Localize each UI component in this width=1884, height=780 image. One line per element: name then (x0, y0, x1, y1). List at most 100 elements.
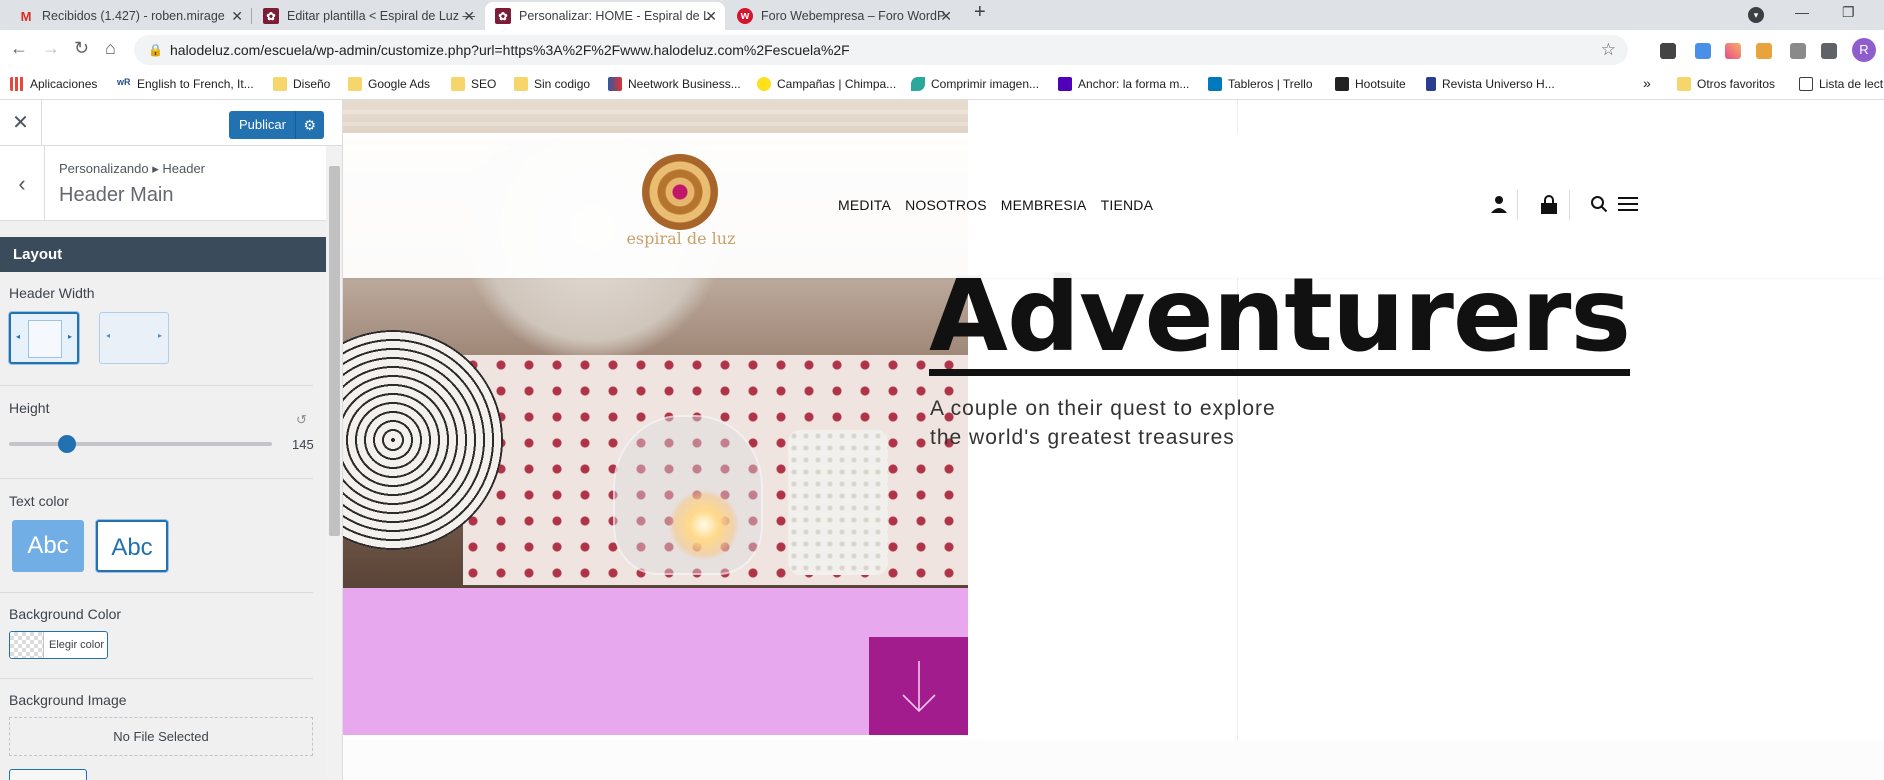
back-arrow-icon[interactable]: ‹ (0, 146, 45, 221)
bookmark-label: Revista Universo H... (1442, 77, 1555, 91)
apps-grid-icon (10, 77, 24, 91)
reading-list-icon (1799, 77, 1813, 91)
height-slider-handle[interactable] (57, 435, 76, 453)
tab-personalizar[interactable]: ✿ Personalizar: HOME - Espiral de L ✕ (485, 2, 725, 30)
extension-icon[interactable] (1756, 43, 1772, 59)
bookmark-label: Campañas | Chimpa... (777, 77, 897, 91)
bookmark-lista-lectura[interactable]: Lista de lect (1799, 77, 1883, 91)
trello-icon (1208, 77, 1222, 91)
bookmark-revista[interactable]: Revista Universo H... (1426, 77, 1555, 91)
search-icon[interactable] (1590, 195, 1608, 218)
browser-chrome: M Recibidos (1.427) - roben.mirage ✕ ✿ E… (0, 0, 1884, 100)
blind-slat (343, 122, 968, 126)
address-bar[interactable]: 🔒 halodeluz.com/escuela/wp-admin/customi… (134, 35, 1628, 65)
bookmark-star-icon[interactable]: ☆ (1601, 35, 1616, 65)
choose-color-button[interactable]: Elegir color (9, 631, 108, 659)
width-preview-box (28, 320, 62, 358)
bookmark-comprimir[interactable]: Comprimir imagen... (911, 77, 1039, 91)
bookmark-mailchimp[interactable]: Campañas | Chimpa... (757, 77, 896, 91)
text-color-dark-option[interactable]: Abc (96, 520, 168, 572)
restore-icon[interactable]: ❐ (1842, 4, 1855, 21)
close-tab-icon[interactable]: ✕ (705, 8, 717, 25)
tab-foro-webempresa[interactable]: w Foro Webempresa – Foro WordP ✕ (727, 2, 960, 30)
arrow-right-icon: ▸ (67, 332, 72, 341)
customizer-header: ✕ Publicar ⚙ (0, 100, 342, 146)
bookmark-diseno[interactable]: Diseño (273, 77, 330, 91)
height-slider-track[interactable] (9, 442, 272, 446)
profile-avatar[interactable]: R (1852, 38, 1876, 62)
new-tab-icon[interactable]: + (974, 1, 986, 24)
home-icon[interactable]: ⌂ (105, 38, 116, 59)
panel-scrollbar[interactable] (326, 146, 342, 780)
extensions-puzzle-icon[interactable] (1821, 43, 1837, 59)
tab-separator (251, 8, 252, 24)
tab-gmail[interactable]: M Recibidos (1.427) - roben.mirage ✕ (8, 2, 251, 30)
tab-strip: M Recibidos (1.427) - roben.mirage ✕ ✿ E… (0, 0, 1884, 30)
minimize-icon[interactable]: — (1795, 4, 1809, 20)
hero-title: Adventurers (929, 256, 1631, 376)
forward-icon[interactable]: → (42, 38, 60, 59)
close-tab-icon[interactable]: ✕ (940, 8, 952, 25)
height-label: Height (9, 400, 50, 416)
bookmark-seo[interactable]: SEO (451, 77, 496, 91)
blind-slat (343, 110, 968, 114)
tab-title: Editar plantilla < Espiral de Luz — (287, 9, 475, 23)
hamburger-menu-icon[interactable] (1617, 195, 1639, 218)
gmail-icon: M (20, 8, 32, 24)
divider (0, 385, 313, 386)
bookmark-anchor[interactable]: Anchor: la forma m... (1058, 77, 1189, 91)
bookmark-google-ads[interactable]: Google Ads (348, 77, 430, 91)
extension-icon[interactable] (1725, 43, 1741, 59)
close-customizer-icon[interactable]: ✕ (0, 100, 42, 146)
back-icon[interactable]: ← (10, 38, 28, 59)
menu-item-tienda[interactable]: TIENDA (1101, 197, 1154, 213)
menu-item-medita[interactable]: MEDITA (838, 197, 891, 213)
divider (0, 478, 313, 479)
bookmark-aplicaciones[interactable]: Aplicaciones (10, 77, 97, 91)
arrow-left-icon: ◂ (16, 332, 21, 341)
publish-button[interactable]: Publicar ⚙ (229, 111, 324, 139)
hero-subtitle: A couple on their quest to explore the w… (930, 397, 1276, 449)
header-width-label: Header Width (9, 285, 95, 301)
customizer-panel: ✕ Publicar ⚙ ‹ Personalizando ▸ Header H… (0, 100, 343, 780)
bookmark-sin-codigo[interactable]: Sin codigo (514, 77, 590, 91)
close-tab-icon[interactable]: ✕ (231, 8, 243, 25)
bookmark-trello[interactable]: Tableros | Trello (1208, 77, 1313, 91)
user-account-icon[interactable] (1490, 195, 1508, 218)
extension-icon[interactable] (1790, 43, 1806, 59)
bookmark-neetwork[interactable]: Neetwork Business... (608, 77, 741, 91)
header-separator (1517, 190, 1518, 220)
bookmark-label: Comprimir imagen... (931, 77, 1040, 91)
header-width-full-button[interactable]: ◂ ▸ (9, 312, 79, 364)
scrollbar-thumb[interactable] (329, 166, 340, 536)
header-width-contained-button[interactable]: ◂ ▸ (99, 312, 169, 364)
publish-label: Publicar (239, 117, 286, 132)
tab-search-icon[interactable]: ▾ (1748, 7, 1764, 23)
menu-item-membresia[interactable]: MEMBRESIA (1001, 197, 1087, 213)
shopping-bag-icon[interactable] (1539, 195, 1559, 220)
text-color-light-option[interactable]: Abc (12, 520, 84, 572)
site-logo[interactable]: espiral de luz (626, 154, 736, 249)
section-header: ‹ Personalizando ▸ Header Header Main (0, 146, 326, 221)
leaf-icon (911, 77, 925, 91)
bookmark-wordreference[interactable]: wR English to French, It... (117, 77, 254, 91)
mailchimp-icon (757, 77, 771, 91)
menu-item-nosotros[interactable]: NOSOTROS (905, 197, 987, 213)
reload-icon[interactable]: ↻ (74, 38, 89, 59)
bookmark-hootsuite[interactable]: Hootsuite (1335, 77, 1406, 91)
reset-icon[interactable]: ↺ (296, 412, 307, 428)
gear-icon[interactable]: ⚙ (303, 111, 316, 139)
bookmark-otros-favoritos[interactable]: Otros favoritos (1677, 77, 1775, 91)
bookmark-label: Sin codigo (534, 77, 591, 91)
browser-toolbar: ← → ↻ ⌂ 🔒 halodeluz.com/escuela/wp-admin… (0, 30, 1884, 70)
extension-flow-icon[interactable] (1660, 43, 1676, 59)
close-tab-icon[interactable]: ✕ (463, 8, 475, 25)
folder-icon (348, 77, 362, 91)
spiral-logo-icon (642, 154, 718, 230)
tab-editar-plantilla[interactable]: ✿ Editar plantilla < Espiral de Luz — ✕ (253, 2, 483, 30)
publish-divider (295, 111, 296, 139)
select-image-button[interactable] (9, 769, 87, 780)
extension-icon[interactable] (1695, 43, 1711, 59)
more-bookmarks-button[interactable]: » (1643, 75, 1651, 91)
scroll-down-button[interactable] (869, 637, 968, 735)
